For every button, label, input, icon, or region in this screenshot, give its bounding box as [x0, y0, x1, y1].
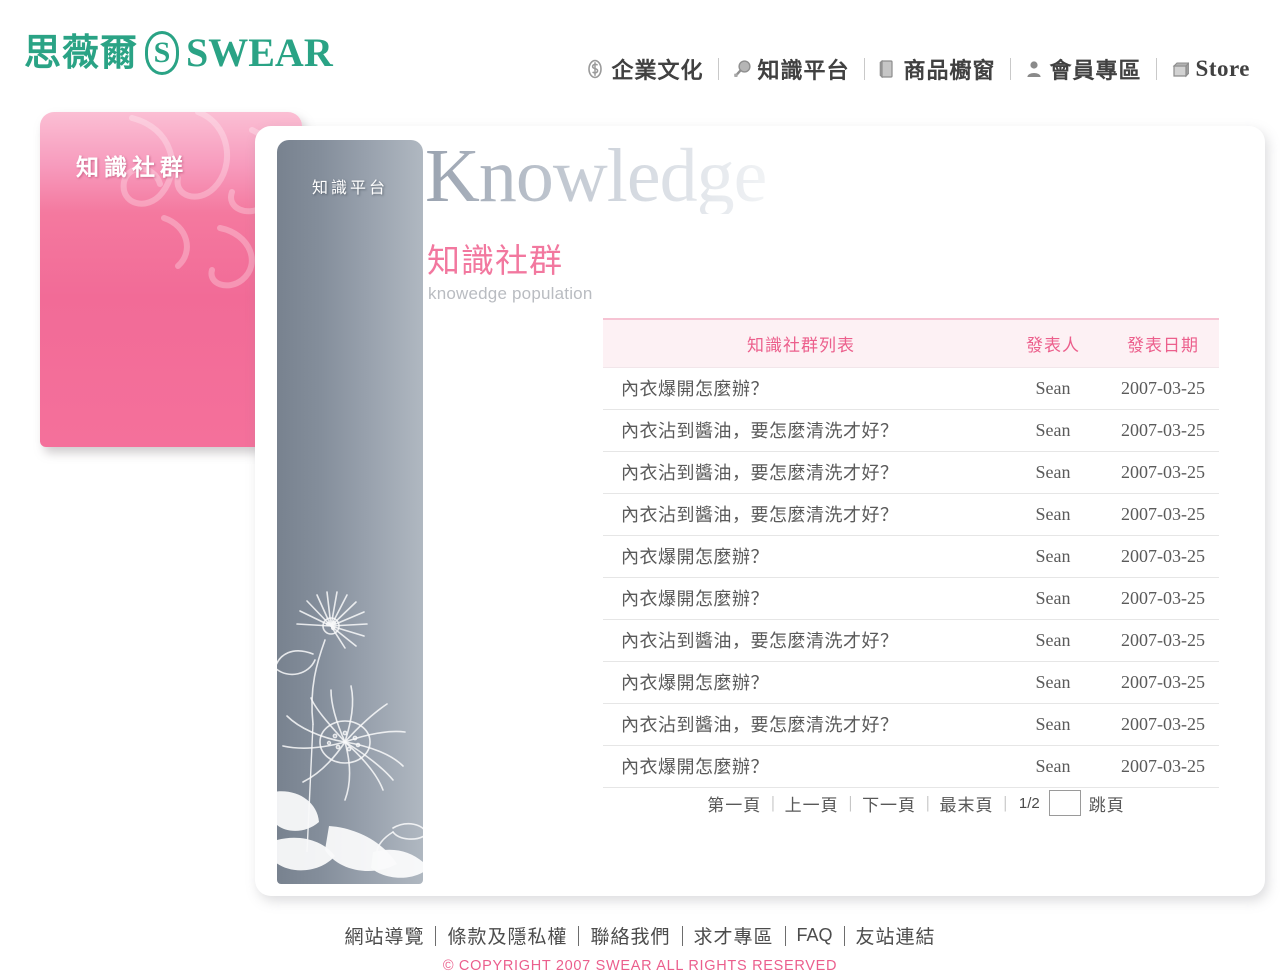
table-row[interactable]: 內衣爆開怎麼辦？ Sean 2007-03-25 [603, 661, 1219, 704]
column-header-author: 發表人 [999, 318, 1107, 368]
pagination-jump-button[interactable]: 跳頁 [1081, 791, 1125, 816]
nav-item-store[interactable]: Store [1157, 56, 1264, 82]
row-author: Sean [999, 493, 1107, 536]
copyright-text: © COPYRIGHT 2007 SWEAR ALL RIGHTS RESERV… [442, 958, 838, 974]
pagination-last-page[interactable]: 最末頁 [929, 791, 1003, 816]
row-date: 2007-03-25 [1107, 745, 1219, 788]
row-date: 2007-03-25 [1107, 409, 1219, 452]
pagination-prev-page[interactable]: 上一頁 [775, 791, 849, 816]
row-title-link[interactable]: 內衣沾到醬油，要怎麼清洗才好？ [603, 451, 999, 494]
nav-label: 企業文化 [611, 58, 704, 83]
daisy-flower-decoration [277, 591, 423, 878]
nav-item-corporate-culture[interactable]: 企業文化 [572, 53, 717, 85]
footer-link[interactable]: 條款及隱私權 [436, 922, 578, 949]
nav-label: Store [1195, 56, 1250, 81]
row-author: Sean [999, 703, 1107, 746]
row-title-link[interactable]: 內衣爆開怎麼辦？ [603, 661, 999, 704]
pagination-jump-input[interactable] [1048, 790, 1081, 816]
row-author: Sean [999, 577, 1107, 620]
knowledge-list-table: 知識社群列表 發表人 發表日期 內衣爆開怎麼辦？ Sean 2007-03-25 內衣… [603, 318, 1219, 788]
site-header: 思薇爾 S SWEAR 企業文化 知識平台 商品櫥窗 會員專區 Store [0, 0, 1280, 104]
pagination-next-page[interactable]: 下一頁 [852, 791, 926, 816]
row-date: 2007-03-25 [1107, 619, 1219, 662]
column-header-title: 知識社群列表 [603, 318, 999, 368]
row-date: 2007-03-25 [1107, 703, 1219, 746]
footer-link[interactable]: FAQ [786, 925, 844, 946]
nav-label: 會員專區 [1049, 58, 1142, 83]
row-date: 2007-03-25 [1107, 535, 1219, 578]
row-title-link[interactable]: 內衣沾到醬油，要怎麼清洗才好？ [603, 409, 999, 452]
footer-link[interactable]: 友站連結 [845, 922, 947, 949]
column-header-date: 發表日期 [1107, 318, 1219, 368]
knowledge-platform-sidebar[interactable]: 知識平台 [277, 140, 423, 884]
table-row[interactable]: 內衣爆開怎麼辦？ Sean 2007-03-25 [603, 745, 1219, 788]
row-date: 2007-03-25 [1107, 661, 1219, 704]
row-author: Sean [999, 535, 1107, 578]
footer-link[interactable]: 求才專區 [683, 922, 785, 949]
row-date: 2007-03-25 [1107, 451, 1219, 494]
panel-label: 知識社群 [76, 155, 188, 180]
primary-navigation: 企業文化 知識平台 商品櫥窗 會員專區 Store [572, 52, 1264, 86]
page-root: 思薇爾 S SWEAR 企業文化 知識平台 商品櫥窗 會員專區 Store 知識… [0, 0, 1280, 978]
pagination-first-page[interactable]: 第一頁 [697, 791, 771, 816]
pagination-bar: 第一頁 | 上一頁 | 下一頁 | 最末頁 | 1/2 跳頁 [603, 790, 1219, 816]
table-row[interactable]: 內衣爆開怎麼辦？ Sean 2007-03-25 [603, 367, 1219, 410]
row-author: Sean [999, 367, 1107, 410]
table-row[interactable]: 內衣沾到醬油，要怎麼清洗才好？ Sean 2007-03-25 [603, 703, 1219, 746]
logo-chinese-text: 思薇爾 [24, 32, 138, 74]
pagination-page-count: 1/2 [1018, 794, 1040, 812]
table-head: 知識社群列表 發表人 發表日期 [603, 318, 1219, 368]
row-date: 2007-03-25 [1107, 577, 1219, 620]
book-icon [879, 59, 897, 79]
row-title-link[interactable]: 內衣爆開怎麼辦？ [603, 745, 999, 788]
dollar-scroll-icon [586, 59, 604, 79]
shop-cube-icon [1171, 59, 1189, 79]
table-row[interactable]: 內衣爆開怎麼辦？ Sean 2007-03-25 [603, 577, 1219, 620]
logo-s-emblem-icon: S [145, 31, 179, 75]
nav-label: 商品櫥窗 [903, 58, 996, 83]
site-logo[interactable]: 思薇爾 S SWEAR [24, 28, 333, 78]
table-row[interactable]: 內衣沾到醬油，要怎麼清洗才好？ Sean 2007-03-25 [603, 493, 1219, 536]
table-header-row: 知識社群列表 發表人 發表日期 [603, 318, 1219, 368]
content-card: 知識平台 Knowledge 知識社群 knowedge population … [255, 126, 1265, 896]
row-title-link[interactable]: 內衣爆開怎麼辦？ [603, 577, 999, 620]
page-subtitle: knowedge population [428, 284, 593, 303]
sidebar-label: 知識平台 [311, 180, 388, 197]
row-author: Sean [999, 409, 1107, 452]
nav-item-member-zone[interactable]: 會員專區 [1011, 53, 1156, 85]
magnifier-icon [733, 59, 751, 79]
knowledge-list-container: 知識社群列表 發表人 發表日期 內衣爆開怎麼辦？ Sean 2007-03-25 內衣… [603, 318, 1219, 788]
footer-link[interactable]: 聯絡我們 [579, 922, 681, 949]
footer-link[interactable]: 網站導覽 [333, 922, 435, 949]
row-author: Sean [999, 619, 1107, 662]
table-row[interactable]: 內衣沾到醬油，要怎麼清洗才好？ Sean 2007-03-25 [603, 451, 1219, 494]
table-body: 內衣爆開怎麼辦？ Sean 2007-03-25 內衣沾到醬油，要怎麼清洗才好？ Sea… [603, 367, 1219, 788]
footer-link-list: 網站導覽 條款及隱私權 聯絡我們 求才專區 FAQ 友站連結 [333, 922, 946, 949]
table-row[interactable]: 內衣沾到醬油，要怎麼清洗才好？ Sean 2007-03-25 [603, 409, 1219, 452]
person-icon [1025, 59, 1043, 79]
page-title: 知識社群 [427, 244, 563, 280]
row-date: 2007-03-25 [1107, 367, 1219, 410]
row-author: Sean [999, 451, 1107, 494]
row-date: 2007-03-25 [1107, 493, 1219, 536]
row-title-link[interactable]: 內衣沾到醬油，要怎麼清洗才好？ [603, 703, 999, 746]
logo-latin-text: SWEAR [186, 30, 333, 75]
site-footer: 網站導覽 條款及隱私權 聯絡我們 求才專區 FAQ 友站連結 © COPYRIGHT 20… [0, 922, 1280, 974]
nav-label: 知識平台 [757, 58, 850, 83]
row-title-link[interactable]: 內衣沾到醬油，要怎麼清洗才好？ [603, 493, 999, 536]
nav-item-knowledge-platform[interactable]: 知識平台 [719, 53, 864, 85]
row-author: Sean [999, 661, 1107, 704]
row-title-link[interactable]: 內衣爆開怎麼辦？ [603, 535, 999, 578]
row-title-link[interactable]: 內衣沾到醬油，要怎麼清洗才好？ [603, 619, 999, 662]
row-author: Sean [999, 745, 1107, 788]
table-row[interactable]: 內衣爆開怎麼辦？ Sean 2007-03-25 [603, 535, 1219, 578]
row-title-link[interactable]: 內衣爆開怎麼辦？ [603, 367, 999, 410]
knowledge-watermark-text: Knowledge [425, 134, 767, 218]
table-row[interactable]: 內衣沾到醬油，要怎麼清洗才好？ Sean 2007-03-25 [603, 619, 1219, 662]
nav-item-product-showcase[interactable]: 商品櫥窗 [865, 53, 1010, 85]
